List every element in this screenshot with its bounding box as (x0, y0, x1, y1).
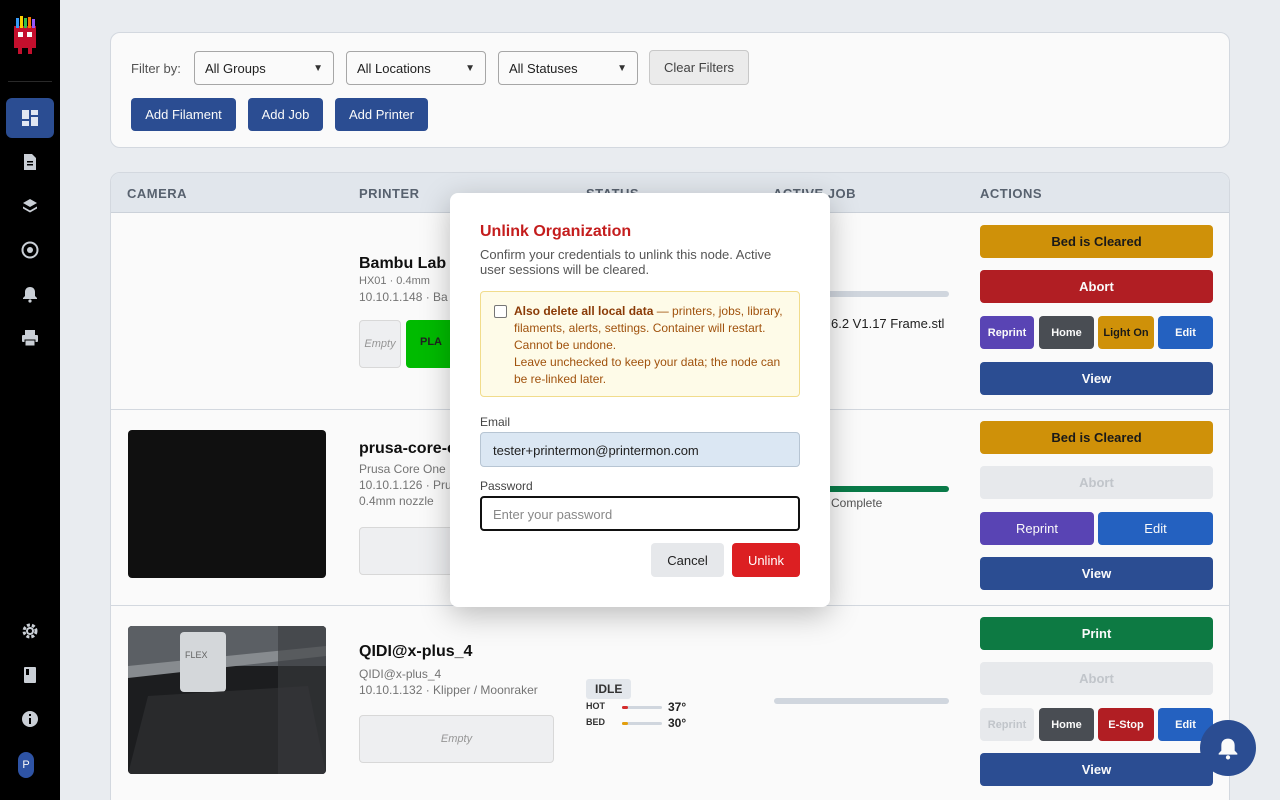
warning-strong: Also delete all local data (514, 304, 654, 318)
email-label: Email (480, 415, 511, 429)
dialog-description: Confirm your credentials to unlink this … (480, 247, 772, 277)
warning-hint: Leave unchecked to keep your data; the n… (514, 355, 781, 386)
unlink-button[interactable]: Unlink (732, 543, 800, 577)
unlink-organization-dialog: Unlink Organization Confirm your credent… (450, 193, 830, 607)
cancel-button[interactable]: Cancel (651, 543, 724, 577)
email-field[interactable]: tester+printermon@printermon.com (480, 432, 800, 467)
delete-data-warning: Also delete all local data — printers, j… (480, 291, 800, 397)
password-label: Password (480, 479, 533, 493)
dialog-title: Unlink Organization (480, 223, 632, 240)
warning-text: Also delete all local data — printers, j… (514, 303, 794, 388)
delete-local-data-checkbox[interactable] (494, 305, 507, 318)
password-field[interactable]: Enter your password (480, 496, 800, 531)
